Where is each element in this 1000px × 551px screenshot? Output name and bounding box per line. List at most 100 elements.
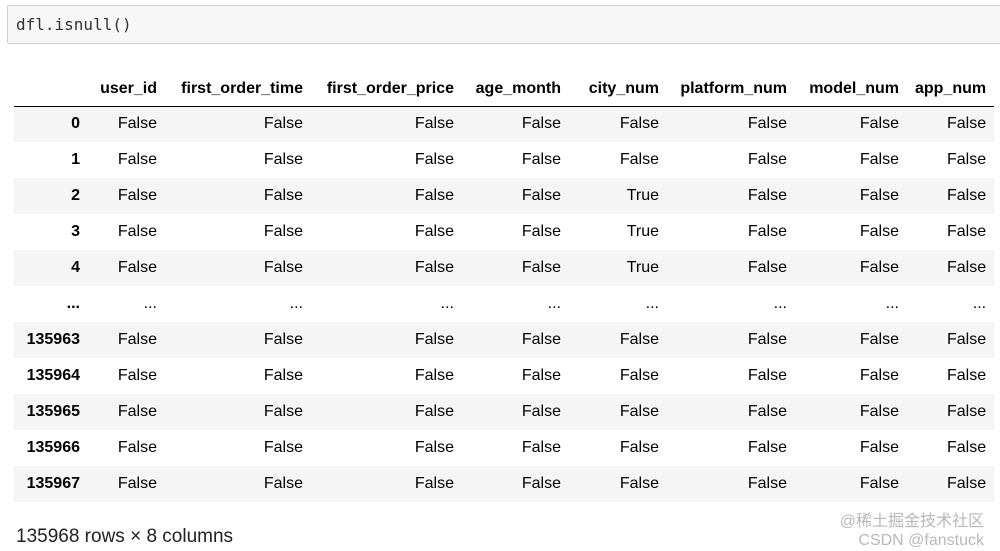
table-cell: False (263, 475, 303, 492)
table-cell: ... (645, 295, 659, 312)
table-cell: False (117, 439, 157, 456)
row-index: ... (66, 295, 80, 312)
column-header-city-num: city_num (569, 72, 667, 107)
row-index: 135965 (26, 403, 80, 420)
column-header-age-month: age_month (462, 72, 569, 107)
table-cell: False (521, 403, 561, 420)
table-cell: False (947, 403, 987, 420)
table-cell: False (117, 223, 157, 240)
table-cell: False (117, 475, 157, 492)
table-cell: ... (885, 295, 899, 312)
table-cell: False (263, 259, 303, 276)
row-index: 135967 (26, 475, 80, 492)
table-cell: False (414, 259, 454, 276)
table-cell: True (626, 259, 659, 276)
table-cell: False (414, 115, 454, 133)
table-cell: False (619, 367, 659, 384)
table-cell: False (747, 187, 787, 204)
table-cell: False (414, 151, 454, 168)
table-cell: False (947, 367, 987, 384)
table-row: 135966 False False False False False False Fals… (14, 430, 995, 466)
dataframe-dimensions: 135968 rows × 8 columns (16, 526, 234, 547)
table-cell: False (747, 259, 787, 276)
header-row: user_id first_order_time first_order_pri… (14, 72, 995, 107)
table-cell: False (263, 151, 303, 168)
table-cell: False (117, 331, 157, 348)
table-cell: False (619, 115, 659, 133)
table-cell: False (521, 223, 561, 240)
dataframe-table: user_id first_order_time first_order_pri… (14, 72, 995, 502)
table-cell: False (947, 439, 987, 456)
table-row: 2 False False False False True False False False (14, 178, 995, 214)
table-row: 135963 False False False False False False Fals… (14, 322, 995, 358)
table-cell: False (747, 115, 787, 133)
table-cell: False (859, 439, 899, 456)
table-cell: False (747, 475, 787, 492)
row-index: 3 (71, 223, 80, 240)
index-header (14, 72, 88, 107)
table-cell: False (859, 187, 899, 204)
table-cell: False (521, 331, 561, 348)
table-cell: False (263, 223, 303, 240)
table-cell: False (747, 151, 787, 168)
column-header-first-order-time: first_order_time (165, 72, 311, 107)
table-cell: False (414, 331, 454, 348)
table-cell: False (414, 403, 454, 420)
table-cell: False (414, 223, 454, 240)
table-cell: False (947, 223, 987, 240)
table-cell: False (859, 367, 899, 384)
column-header-platform-num: platform_num (667, 72, 795, 107)
row-index: 0 (71, 115, 80, 133)
table-cell: False (859, 475, 899, 492)
table-cell: False (414, 187, 454, 204)
row-index: 1 (71, 151, 80, 168)
row-index: 4 (71, 259, 80, 276)
table-row: 135965 False False False False False False Fals… (14, 394, 995, 430)
table-row: 0 False False False False False False False Fals… (14, 106, 995, 142)
table-cell: False (117, 403, 157, 420)
table-cell: False (117, 151, 157, 168)
table-cell: False (521, 367, 561, 384)
table-cell: False (414, 439, 454, 456)
table-cell: ... (289, 295, 303, 312)
table-cell: False (859, 223, 899, 240)
table-cell: False (947, 151, 987, 168)
column-header-user-id: user_id (88, 72, 165, 107)
code-input-area[interactable]: dfl.isnull() (7, 5, 1000, 44)
table-cell: False (619, 439, 659, 456)
table-cell: False (947, 331, 987, 348)
row-index: 135963 (26, 331, 80, 348)
table-cell: False (947, 475, 987, 492)
watermark: @稀土掘金技术社区 CSDN @fanstuck (840, 512, 984, 550)
watermark-line-1: @稀土掘金技术社区 (839, 513, 984, 530)
table-cell: ... (972, 295, 987, 312)
table-cell: ... (143, 295, 157, 312)
table-cell: False (414, 367, 454, 384)
table-cell: ... (547, 295, 561, 312)
table-cell: False (947, 115, 987, 133)
table-cell: False (263, 439, 303, 456)
table-cell: False (117, 367, 157, 384)
table-cell: False (619, 331, 659, 348)
code-text[interactable]: dfl.isnull() (16, 15, 132, 34)
table-cell: False (859, 151, 899, 168)
table-cell: False (521, 187, 561, 204)
table-body: 0 False False False False False False False Fals… (14, 106, 995, 502)
notebook-cell: dfl.isnull() user_id first_order_time fi… (0, 0, 1000, 551)
column-header-first-order-price: first_order_price (311, 72, 462, 107)
table-row: ........................... (14, 286, 995, 322)
table-cell: False (117, 187, 157, 204)
table-cell: ... (440, 295, 454, 312)
table-cell: False (117, 115, 157, 133)
table-cell: ... (773, 295, 787, 312)
table-cell: False (521, 115, 561, 133)
table-cell: False (263, 331, 303, 348)
table-cell: False (859, 115, 899, 133)
table-cell: True (626, 187, 659, 204)
table-row: 3 False False False False True False False False (14, 214, 995, 250)
watermark-line-2: CSDN @fanstuck (858, 532, 984, 549)
table-cell: False (859, 259, 899, 276)
table-cell: False (619, 151, 659, 168)
table-row: 1 False False False False False False False Fals… (14, 142, 995, 178)
table-cell: False (263, 115, 303, 133)
